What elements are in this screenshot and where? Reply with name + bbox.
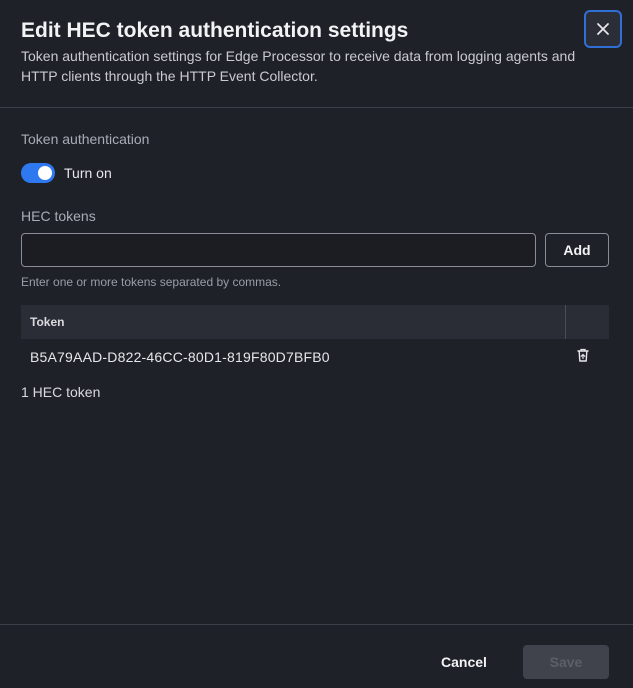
table-row: B5A79AAD-D822-46CC-80D1-819F80D7BFB0 (21, 339, 609, 375)
toggle-knob (38, 166, 52, 180)
edit-hec-dialog: Edit HEC token authentication settings T… (0, 0, 633, 688)
column-divider (565, 305, 566, 339)
dialog-footer: Cancel Save (0, 624, 633, 688)
close-icon (596, 22, 610, 36)
trash-icon (577, 348, 589, 367)
token-auth-label: Token authentication (21, 131, 150, 147)
hec-tokens-input[interactable] (21, 233, 536, 267)
tokens-table: Token B5A79AAD-D822-46CC-80D1-819F80D7BF… (21, 305, 609, 375)
close-button[interactable] (584, 10, 622, 48)
token-auth-toggle[interactable] (21, 163, 55, 183)
delete-token-button[interactable] (575, 348, 591, 367)
dialog-header: Edit HEC token authentication settings T… (0, 0, 633, 108)
hec-tokens-label: HEC tokens (21, 208, 96, 224)
cancel-button[interactable]: Cancel (424, 645, 504, 679)
dialog-title: Edit HEC token authentication settings (21, 19, 409, 42)
table-header: Token (21, 305, 609, 339)
dialog-subtitle: Token authentication settings for Edge P… (21, 48, 576, 84)
add-button[interactable]: Add (545, 233, 609, 267)
save-button[interactable]: Save (523, 645, 609, 679)
column-header-token: Token (30, 315, 65, 329)
hec-tokens-helper: Enter one or more tokens separated by co… (21, 275, 282, 289)
token-value: B5A79AAD-D822-46CC-80D1-819F80D7BFB0 (30, 349, 330, 365)
token-count: 1 HEC token (21, 384, 101, 400)
toggle-label: Turn on (64, 165, 112, 181)
token-auth-toggle-row: Turn on (21, 163, 112, 183)
